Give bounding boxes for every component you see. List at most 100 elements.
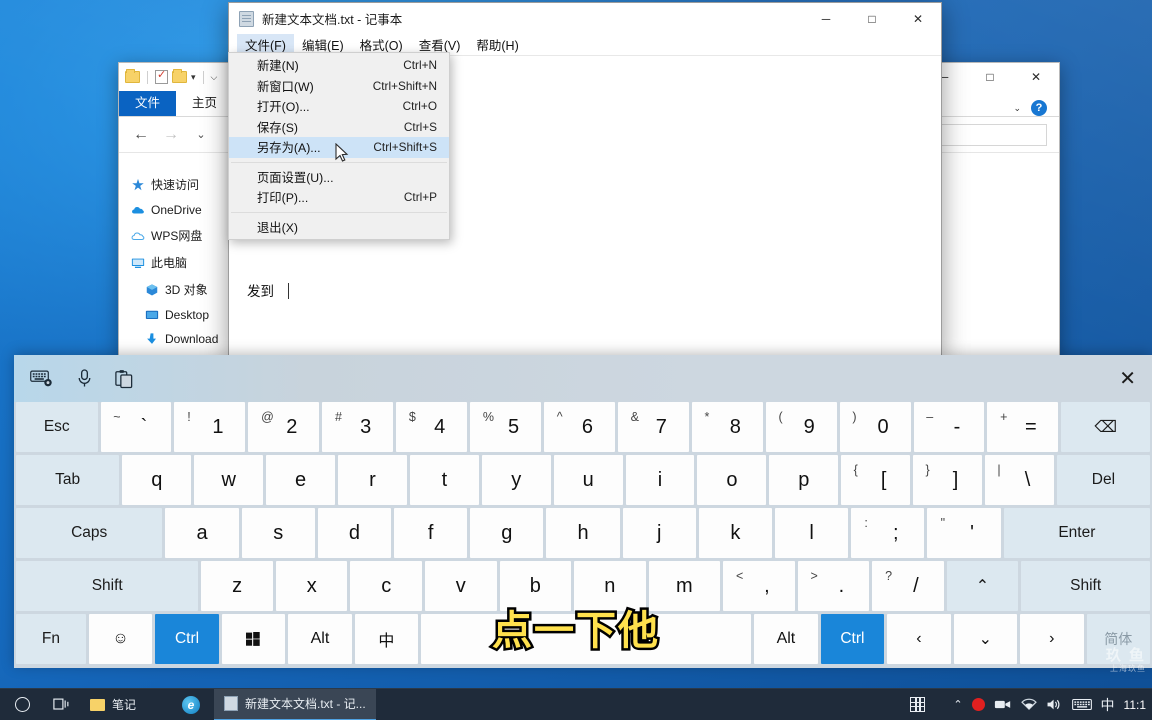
key-9[interactable]: (9 — [765, 402, 837, 452]
sidebar-item-quick-access[interactable]: 快速访问 — [119, 171, 233, 198]
key-d[interactable]: d — [317, 508, 392, 558]
key-p[interactable]: p — [769, 455, 839, 505]
ime-grid-icon[interactable] — [910, 697, 926, 712]
key-1[interactable]: ! 1 — [174, 402, 246, 452]
key-arrow-right-icon[interactable]: › — [1020, 614, 1084, 664]
sidebar-item-wps-drive[interactable]: WPS网盘 — [119, 222, 233, 249]
key-6[interactable]: ^ 6 — [543, 402, 615, 452]
recent-locations-chevron-icon[interactable]: ⌄ — [191, 128, 211, 141]
key-k[interactable]: k — [698, 508, 773, 558]
explorer-close-button[interactable]: ✕ — [1013, 63, 1059, 91]
key-x[interactable]: x — [275, 561, 348, 611]
key-semicolon[interactable]: :; — [851, 508, 925, 558]
key-period[interactable]: >. — [797, 561, 870, 611]
task-view-icon[interactable] — [44, 689, 80, 720]
forward-button[interactable]: → — [161, 126, 181, 144]
menu-item-new[interactable]: 新建(N) Ctrl+N — [229, 55, 449, 76]
key-r[interactable]: r — [338, 455, 407, 505]
key-backquote[interactable]: ~ ` — [100, 402, 172, 452]
menu-item-save[interactable]: 保存(S) Ctrl+S — [229, 117, 449, 138]
sidebar-item-this-pc[interactable]: 此电脑 — [119, 249, 233, 276]
key-h[interactable]: h — [546, 508, 620, 558]
key-o[interactable]: o — [697, 455, 767, 505]
key-w[interactable]: w — [194, 455, 264, 505]
sidebar-item-desktop[interactable]: Desktop — [119, 303, 233, 327]
key-u[interactable]: u — [553, 455, 623, 505]
key-shift-left[interactable]: Shift — [16, 561, 199, 611]
key-e[interactable]: e — [266, 455, 336, 505]
help-icon[interactable]: ? — [1031, 100, 1047, 116]
tab-home[interactable]: 主页 — [176, 90, 233, 116]
notepad-text-area[interactable]: 发到 — [229, 268, 941, 312]
show-hidden-icons-chevron-icon[interactable]: ⌃ — [953, 698, 962, 711]
key-c[interactable]: c — [350, 561, 422, 611]
key-quote[interactable]: " ' — [927, 508, 1001, 558]
key-0[interactable]: ) 0 — [839, 402, 911, 452]
windows-start-icon[interactable] — [0, 689, 44, 720]
tab-file[interactable]: 文件 — [119, 90, 177, 116]
folder-icon[interactable] — [172, 69, 187, 83]
menu-item-exit[interactable]: 退出(X) — [229, 217, 449, 238]
key-a[interactable]: a — [165, 508, 239, 558]
keyboard-close-button[interactable]: ✕ — [1119, 366, 1136, 391]
menu-item-page-setup[interactable]: 页面设置(U)... — [229, 167, 449, 188]
key-arrow-up-icon[interactable]: ⌃ — [946, 561, 1019, 611]
key-equals[interactable]: + = — [987, 402, 1059, 452]
key-arrow-down-icon[interactable]: ⌄ — [953, 614, 1018, 664]
key-minus[interactable]: – - — [913, 402, 985, 452]
key-shift-right[interactable]: Shift — [1021, 561, 1150, 611]
key-tab[interactable]: Tab — [16, 455, 120, 505]
notepad-title-bar[interactable]: 新建文本文档.txt - 记事本 ─ □ ✕ — [229, 3, 941, 34]
key-space[interactable] — [421, 614, 752, 664]
microphone-icon[interactable] — [76, 368, 93, 389]
key-esc[interactable]: Esc — [16, 402, 98, 452]
key-y[interactable]: y — [481, 455, 551, 505]
key-n[interactable]: n — [574, 561, 646, 611]
key-l[interactable]: l — [775, 508, 849, 558]
key-fn[interactable]: Fn — [16, 614, 86, 664]
key-backslash[interactable]: | \ — [985, 455, 1054, 505]
taskbar-item-edge[interactable]: e — [168, 689, 214, 720]
volume-icon[interactable] — [1046, 698, 1063, 711]
explorer-maximize-button[interactable]: □ — [967, 63, 1013, 91]
menu-item-open[interactable]: 打开(O)... Ctrl+O — [229, 96, 449, 117]
key-ime-toggle[interactable]: 中 — [354, 614, 419, 664]
key-del[interactable]: Del — [1056, 455, 1150, 505]
key-z[interactable]: z — [201, 561, 273, 611]
more-icon[interactable]: ⌵ — [211, 72, 218, 83]
key-f[interactable]: f — [394, 508, 468, 558]
back-button[interactable]: ← — [131, 126, 151, 144]
windows-key-icon[interactable] — [221, 614, 286, 664]
recording-indicator-icon[interactable] — [971, 698, 985, 711]
screen-capture-icon[interactable] — [994, 698, 1012, 711]
key-5[interactable]: % 5 — [470, 402, 541, 452]
key-j[interactable]: j — [622, 508, 696, 558]
key-bracket-right[interactable]: }] — [913, 455, 983, 505]
key-caps[interactable]: Caps — [16, 508, 163, 558]
key-2[interactable]: @2 — [248, 402, 320, 452]
key-3[interactable]: #3 — [322, 402, 394, 452]
wifi-icon[interactable] — [1020, 698, 1037, 711]
taskbar-clock[interactable]: 11:1 — [1124, 698, 1148, 712]
key-q[interactable]: q — [122, 455, 192, 505]
key-4[interactable]: $4 — [396, 402, 468, 452]
sidebar-item-download[interactable]: Download — [119, 327, 233, 351]
key-s[interactable]: s — [241, 508, 315, 558]
properties-icon[interactable] — [155, 68, 168, 84]
sidebar-item-3d-objects[interactable]: 3D 对象 — [119, 276, 233, 303]
key-backspace-icon[interactable]: ⌫ — [1061, 402, 1150, 452]
key-t[interactable]: t — [409, 455, 479, 505]
collapse-ribbon-chevron-icon[interactable]: ⌄ — [1013, 103, 1021, 114]
notepad-maximize-button[interactable]: □ — [849, 3, 895, 34]
notepad-minimize-button[interactable]: ─ — [803, 3, 849, 34]
key-ctrl-left[interactable]: Ctrl — [155, 614, 219, 664]
ime-language-icon[interactable]: 中 — [1101, 695, 1115, 715]
key-m[interactable]: m — [648, 561, 721, 611]
key-arrow-left-icon[interactable]: ‹ — [887, 614, 951, 664]
taskbar-item-notepad[interactable]: 新建文本文档.txt - 记... — [214, 688, 376, 720]
new-folder-icon[interactable] — [125, 69, 140, 83]
key-comma[interactable]: <, — [723, 561, 795, 611]
key-ctrl-right[interactable]: Ctrl — [820, 614, 885, 664]
keyboard-settings-icon[interactable] — [30, 369, 54, 388]
notepad-close-button[interactable]: ✕ — [895, 3, 941, 34]
